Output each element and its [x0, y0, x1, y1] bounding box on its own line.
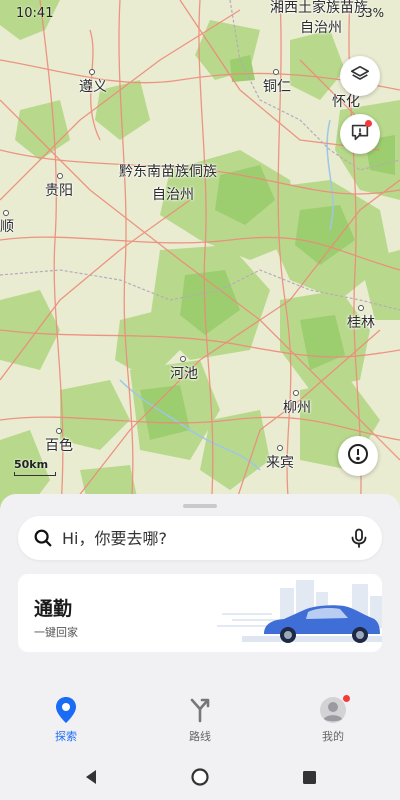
report-button[interactable] [338, 436, 378, 476]
commute-title: 通勤 [34, 598, 73, 620]
location-pin-icon [31, 696, 101, 724]
recents-button[interactable] [296, 766, 322, 792]
route-icon [165, 696, 235, 724]
city-dot-guiyang [57, 173, 63, 179]
map-label-xiangxi-2[interactable]: 自治州 [300, 20, 342, 37]
scale-label: 50km [14, 458, 49, 471]
tab-me-label: 我的 [322, 730, 344, 743]
map-label-huaihua[interactable]: 怀化 [332, 94, 360, 111]
city-dot-guilin [358, 305, 364, 311]
system-navigation-bar [0, 758, 400, 800]
search-bar[interactable] [18, 516, 382, 560]
map-label-liuzhou[interactable]: 柳州 [283, 400, 311, 417]
layers-button[interactable] [340, 56, 380, 96]
map-scale: 50km [14, 458, 56, 476]
feedback-button[interactable] [340, 114, 380, 154]
back-button[interactable] [78, 766, 104, 792]
back-icon [84, 769, 98, 789]
bottom-sheet: 通勤 一键回家 [0, 494, 400, 684]
tab-bar: 探索 路线 我的 [0, 684, 400, 758]
city-dot-hechi [180, 356, 186, 362]
map-label-zunyi[interactable]: 遵义 [79, 79, 107, 96]
car-illustration [212, 574, 382, 652]
city-dot-shun [3, 210, 9, 216]
home-icon [191, 768, 209, 790]
layers-icon [349, 63, 371, 89]
city-dot-baise [56, 428, 62, 434]
tab-route[interactable]: 路线 [165, 696, 235, 746]
map-label-qiandongnan[interactable]: 黔东南苗族侗族 [119, 164, 217, 181]
alert-icon [346, 442, 370, 470]
map-label-tongren[interactable]: 铜仁 [263, 79, 291, 96]
tab-explore[interactable]: 探索 [31, 696, 101, 746]
map-label-shun[interactable]: 顺 [0, 219, 14, 236]
tab-me[interactable]: 我的 [298, 695, 368, 746]
microphone-icon[interactable] [350, 528, 368, 552]
scale-bar [14, 472, 56, 476]
map-label-baise[interactable]: 百色 [45, 438, 73, 455]
commute-card[interactable]: 通勤 一键回家 [18, 574, 382, 652]
city-dot-tongren [273, 69, 279, 75]
search-icon [32, 527, 54, 553]
avatar-icon [298, 695, 368, 724]
status-time: 10:41 [16, 6, 54, 21]
commute-subtitle: 一键回家 [34, 626, 78, 639]
city-dot-liuzhou [293, 390, 299, 396]
city-dot-laibin [277, 445, 283, 451]
recents-icon [302, 770, 317, 789]
sheet-drag-handle[interactable] [183, 504, 217, 508]
map-label-hechi[interactable]: 河池 [170, 366, 198, 383]
map-label-xiangxi[interactable]: 湘西土家族苗族 [270, 0, 368, 17]
tab-route-label: 路线 [189, 730, 211, 743]
search-input[interactable] [62, 516, 342, 560]
map-label-laibin[interactable]: 来宾 [266, 455, 294, 472]
map-label-guiyang[interactable]: 贵阳 [45, 183, 73, 200]
notification-dot [365, 120, 372, 127]
map-label-guilin[interactable]: 桂林 [347, 315, 375, 332]
city-dot-zunyi [89, 69, 95, 75]
profile-notification-dot [343, 695, 350, 702]
home-button[interactable] [187, 766, 213, 792]
map-view[interactable]: 10:41 33% 湘西土家族苗族 自治州 遵义 铜仁 怀化 黔东南苗族侗族 自… [0, 0, 400, 520]
map-label-qiandongnan-2[interactable]: 自治州 [152, 187, 194, 204]
tab-explore-label: 探索 [55, 730, 77, 743]
